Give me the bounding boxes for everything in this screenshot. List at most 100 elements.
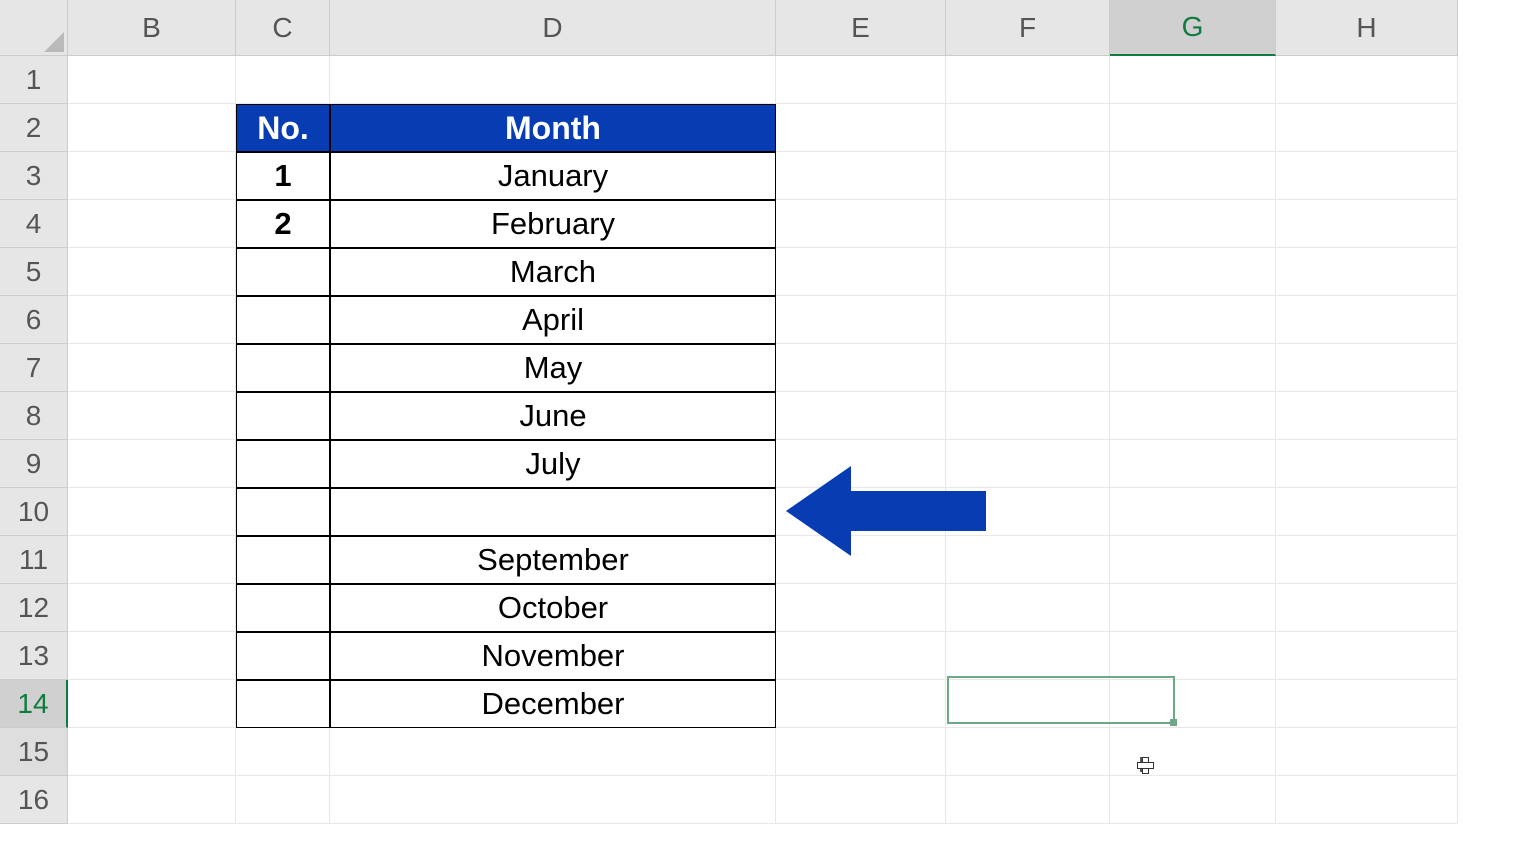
row-header-5[interactable]: 5	[0, 248, 68, 296]
row-header-9[interactable]: 9	[0, 440, 68, 488]
table-cell-month-5[interactable]: May	[330, 344, 776, 392]
table-cell-no-8[interactable]	[236, 488, 330, 536]
cell-f16[interactable]	[946, 776, 1110, 824]
table-cell-month-9[interactable]: September	[330, 536, 776, 584]
table-cell-no-12[interactable]	[236, 680, 330, 728]
cell-g14[interactable]	[1110, 680, 1276, 728]
row-header-11[interactable]: 11	[0, 536, 68, 584]
cell-e14[interactable]	[776, 680, 946, 728]
table-header-no[interactable]: No.	[236, 104, 330, 152]
table-header-month[interactable]: Month	[330, 104, 776, 152]
table-cell-month-1[interactable]: January	[330, 152, 776, 200]
col-header-b[interactable]: B	[68, 0, 236, 56]
cell-e12[interactable]	[776, 584, 946, 632]
cell-f14[interactable]	[946, 680, 1110, 728]
cell-b8[interactable]	[68, 392, 236, 440]
cell-b6[interactable]	[68, 296, 236, 344]
cell-d15[interactable]	[330, 728, 776, 776]
row-header-6[interactable]: 6	[0, 296, 68, 344]
cell-b7[interactable]	[68, 344, 236, 392]
cell-e8[interactable]	[776, 392, 946, 440]
row-header-12[interactable]: 12	[0, 584, 68, 632]
cell-h2[interactable]	[1276, 104, 1458, 152]
table-cell-month-4[interactable]: April	[330, 296, 776, 344]
row-header-3[interactable]: 3	[0, 152, 68, 200]
cell-b10[interactable]	[68, 488, 236, 536]
table-cell-no-6[interactable]	[236, 392, 330, 440]
cell-h16[interactable]	[1276, 776, 1458, 824]
cell-b15[interactable]	[68, 728, 236, 776]
table-cell-no-11[interactable]	[236, 632, 330, 680]
cell-f8[interactable]	[946, 392, 1110, 440]
table-cell-no-9[interactable]	[236, 536, 330, 584]
row-header-1[interactable]: 1	[0, 56, 68, 104]
cell-f4[interactable]	[946, 200, 1110, 248]
cell-b14[interactable]	[68, 680, 236, 728]
table-cell-no-7[interactable]	[236, 440, 330, 488]
cell-b3[interactable]	[68, 152, 236, 200]
cell-h6[interactable]	[1276, 296, 1458, 344]
cell-e13[interactable]	[776, 632, 946, 680]
col-header-h[interactable]: H	[1276, 0, 1458, 56]
cell-c1[interactable]	[236, 56, 330, 104]
cell-h5[interactable]	[1276, 248, 1458, 296]
cell-g1[interactable]	[1110, 56, 1276, 104]
cell-d16[interactable]	[330, 776, 776, 824]
cell-h12[interactable]	[1276, 584, 1458, 632]
cell-c15[interactable]	[236, 728, 330, 776]
row-header-10[interactable]: 10	[0, 488, 68, 536]
table-cell-month-10[interactable]: October	[330, 584, 776, 632]
cell-f7[interactable]	[946, 344, 1110, 392]
row-header-8[interactable]: 8	[0, 392, 68, 440]
cell-f13[interactable]	[946, 632, 1110, 680]
table-cell-month-3[interactable]: March	[330, 248, 776, 296]
cell-d1[interactable]	[330, 56, 776, 104]
cell-g5[interactable]	[1110, 248, 1276, 296]
cell-h13[interactable]	[1276, 632, 1458, 680]
cell-e2[interactable]	[776, 104, 946, 152]
cell-g4[interactable]	[1110, 200, 1276, 248]
table-cell-month-12[interactable]: December	[330, 680, 776, 728]
cell-g2[interactable]	[1110, 104, 1276, 152]
cell-b12[interactable]	[68, 584, 236, 632]
cell-g12[interactable]	[1110, 584, 1276, 632]
table-cell-no-2[interactable]: 2	[236, 200, 330, 248]
cell-e3[interactable]	[776, 152, 946, 200]
cell-f2[interactable]	[946, 104, 1110, 152]
cell-h9[interactable]	[1276, 440, 1458, 488]
cell-b4[interactable]	[68, 200, 236, 248]
col-header-g[interactable]: G	[1110, 0, 1276, 56]
row-header-16[interactable]: 16	[0, 776, 68, 824]
cell-e4[interactable]	[776, 200, 946, 248]
col-header-f[interactable]: F	[946, 0, 1110, 56]
row-header-13[interactable]: 13	[0, 632, 68, 680]
table-cell-no-1[interactable]: 1	[236, 152, 330, 200]
table-cell-month-2[interactable]: February	[330, 200, 776, 248]
cell-e6[interactable]	[776, 296, 946, 344]
table-cell-month-8[interactable]	[330, 488, 776, 536]
cell-f1[interactable]	[946, 56, 1110, 104]
cell-e16[interactable]	[776, 776, 946, 824]
cell-h1[interactable]	[1276, 56, 1458, 104]
cell-f5[interactable]	[946, 248, 1110, 296]
cell-g13[interactable]	[1110, 632, 1276, 680]
cell-h7[interactable]	[1276, 344, 1458, 392]
cell-b1[interactable]	[68, 56, 236, 104]
cell-b5[interactable]	[68, 248, 236, 296]
table-cell-no-4[interactable]	[236, 296, 330, 344]
row-header-14[interactable]: 14	[0, 680, 68, 728]
cell-g8[interactable]	[1110, 392, 1276, 440]
cell-b11[interactable]	[68, 536, 236, 584]
cell-e7[interactable]	[776, 344, 946, 392]
cell-h15[interactable]	[1276, 728, 1458, 776]
cell-g15[interactable]	[1110, 728, 1276, 776]
cell-g6[interactable]	[1110, 296, 1276, 344]
table-cell-no-5[interactable]	[236, 344, 330, 392]
cell-f6[interactable]	[946, 296, 1110, 344]
cell-h10[interactable]	[1276, 488, 1458, 536]
table-cell-month-7[interactable]: July	[330, 440, 776, 488]
cell-f15[interactable]	[946, 728, 1110, 776]
cell-h11[interactable]	[1276, 536, 1458, 584]
cell-h3[interactable]	[1276, 152, 1458, 200]
cell-b2[interactable]	[68, 104, 236, 152]
